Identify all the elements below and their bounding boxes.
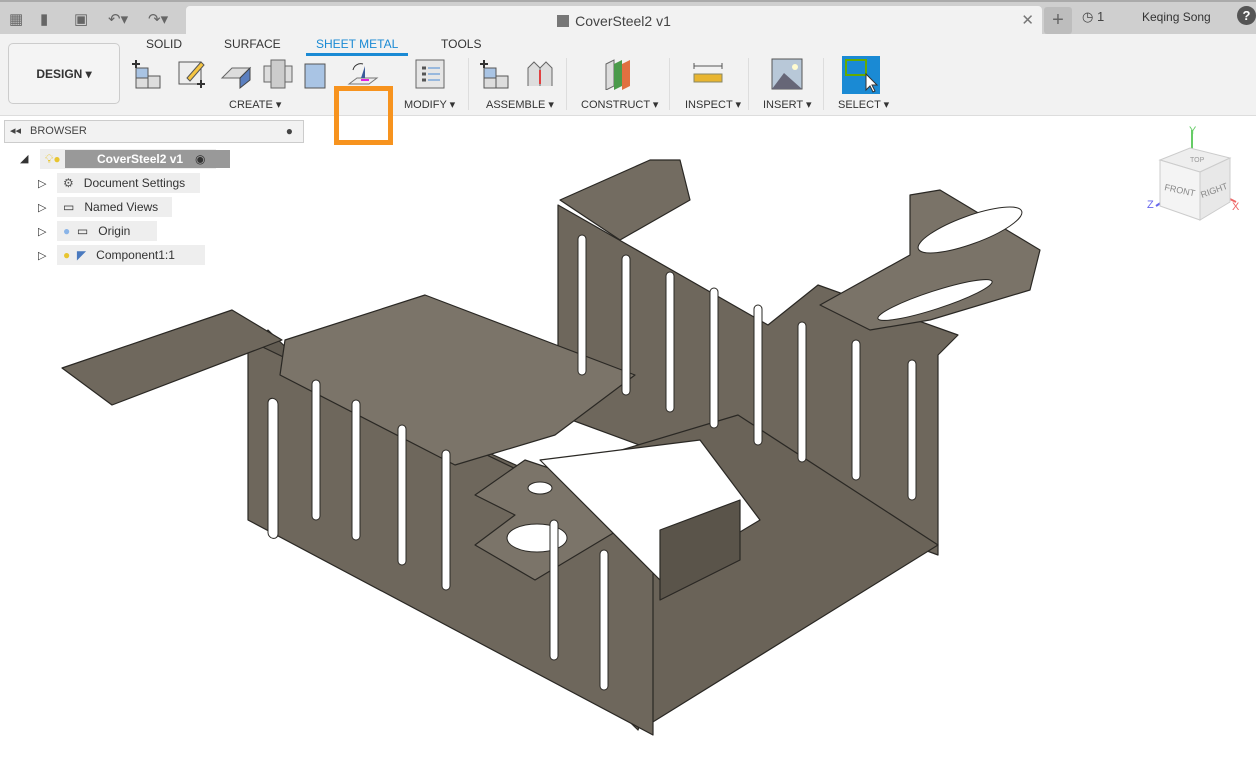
tab-sheet-metal[interactable]: SHEET METAL [306,37,409,56]
insert-image-icon[interactable] [771,58,803,90]
collapse-panel-icon[interactable]: ◂◂ [10,121,21,142]
insert-menu[interactable]: INSERT ▾ [763,98,812,111]
tab-tools[interactable]: TOOLS [441,37,481,51]
user-name[interactable]: Keqing Song [1142,10,1211,24]
close-tab-icon[interactable]: ✕ [1021,11,1034,29]
workspace-label: DESIGN [36,67,83,81]
insert-label: INSERT [763,99,803,111]
construct-menu[interactable]: CONSTRUCT ▾ [581,98,658,111]
measure-icon[interactable] [692,58,724,90]
assemble-label: ASSEMBLE [486,99,546,111]
undo-icon[interactable]: ↶▾ [108,10,128,28]
flange-icon[interactable] [220,58,252,90]
bend-icon[interactable] [262,58,294,90]
tab-solid[interactable]: SOLID [146,37,182,51]
divider [566,58,567,110]
visibility-bulb-icon[interactable]: ● [63,224,70,238]
modify-menu[interactable]: MODIFY ▾ [404,98,455,111]
browser-panel-header: ◂◂ BROWSER ● [4,120,304,143]
divider [468,58,469,110]
extrude-icon[interactable] [303,58,335,90]
help-icon[interactable]: ? [1237,6,1256,25]
modify-label: MODIFY [404,99,447,111]
file-icon[interactable]: ▮ [40,10,48,28]
item-label: Document Settings [83,176,186,190]
expand-icon[interactable]: ▷ [38,177,46,190]
document-title: CoverSteel2 v1 [575,13,671,29]
visibility-bulb-icon[interactable]: 💡︎● [45,149,61,169]
assemble-component-icon[interactable] [480,58,512,90]
job-count: 1 [1096,9,1105,24]
new-tab-button[interactable]: + [1044,7,1072,34]
expand-icon[interactable]: ▷ [38,225,46,238]
sheet-metal-component-icon: ◤ [76,248,87,262]
select-icon[interactable] [842,56,880,94]
view-cube[interactable]: TOP FRONT RIGHT Y X Z [1140,120,1250,230]
document-tab[interactable]: CoverSteel2 v1 ✕ [186,6,1042,36]
visibility-bulb-icon[interactable]: ● [63,248,70,262]
divider [669,58,670,110]
folder-icon: ▭ [63,200,75,214]
tree-item-document-settings[interactable]: ⚙ Document Settings [57,173,200,193]
divider [748,58,749,110]
item-label: Component1:1 [96,248,175,262]
tree-item-component[interactable]: ● ◤ Component1:1 [57,245,205,265]
folder-icon: ▭ [76,224,89,238]
item-label: Origin [98,224,131,238]
create-label: CREATE [229,99,273,111]
offset-plane-icon[interactable] [602,58,634,90]
assemble-menu[interactable]: ASSEMBLE ▾ [486,98,554,111]
create-sketch-icon[interactable] [177,58,209,90]
tab-surface[interactable]: SURFACE [224,37,281,51]
item-label: Named Views [84,200,159,214]
inspect-label: INSPECT [685,99,733,111]
viewcube-top[interactable]: TOP [1190,157,1205,164]
3d-viewport[interactable] [0,116,1256,763]
browser-title: BROWSER [30,125,87,137]
construct-label: CONSTRUCT [581,99,650,111]
job-status-button[interactable]: ◷ 1 [1082,9,1104,25]
minimize-icon[interactable]: ● [286,121,293,142]
component-icon [557,15,570,27]
activate-radio-icon[interactable]: ◉ [195,149,205,169]
collapse-root-icon[interactable]: ◢ [20,152,28,165]
modify-properties-icon[interactable] [414,58,446,90]
create-menu[interactable]: CREATE ▾ [229,98,281,111]
workspace-dropdown[interactable]: DESIGN ▾ [8,43,120,104]
expand-icon[interactable]: ▷ [38,249,46,262]
tree-item-origin[interactable]: ● ▭ Origin [57,221,157,241]
axis-y: Y [1189,125,1197,137]
gear-icon: ⚙ [63,176,74,190]
tree-item-named-views[interactable]: ▭ Named Views [57,197,172,217]
inspect-menu[interactable]: INSPECT ▾ [685,98,741,111]
save-icon[interactable]: ▣ [74,10,88,28]
divider [823,58,824,110]
new-component-icon[interactable] [132,58,164,90]
app-grid-icon[interactable]: ▦ [9,10,23,28]
title-bar: ▦ ▮ ▣ ↶▾ ↷▾ CoverSteel2 v1 ✕ + ◷ 1 Keqin… [0,0,1256,36]
axis-x: X [1232,201,1240,213]
axis-z: Z [1147,199,1154,211]
select-label: SELECT [838,99,881,111]
toolbar-ribbon: DESIGN ▾ SOLID SURFACE SHEET METAL TOOLS… [0,34,1256,145]
redo-icon[interactable]: ↷▾ [148,10,168,28]
tree-root[interactable]: 💡︎● CoverSteel2 v1 ◉ [40,149,230,169]
select-menu[interactable]: SELECT ▾ [838,98,889,111]
joint-icon[interactable] [524,58,556,90]
expand-icon[interactable]: ▷ [38,201,46,214]
